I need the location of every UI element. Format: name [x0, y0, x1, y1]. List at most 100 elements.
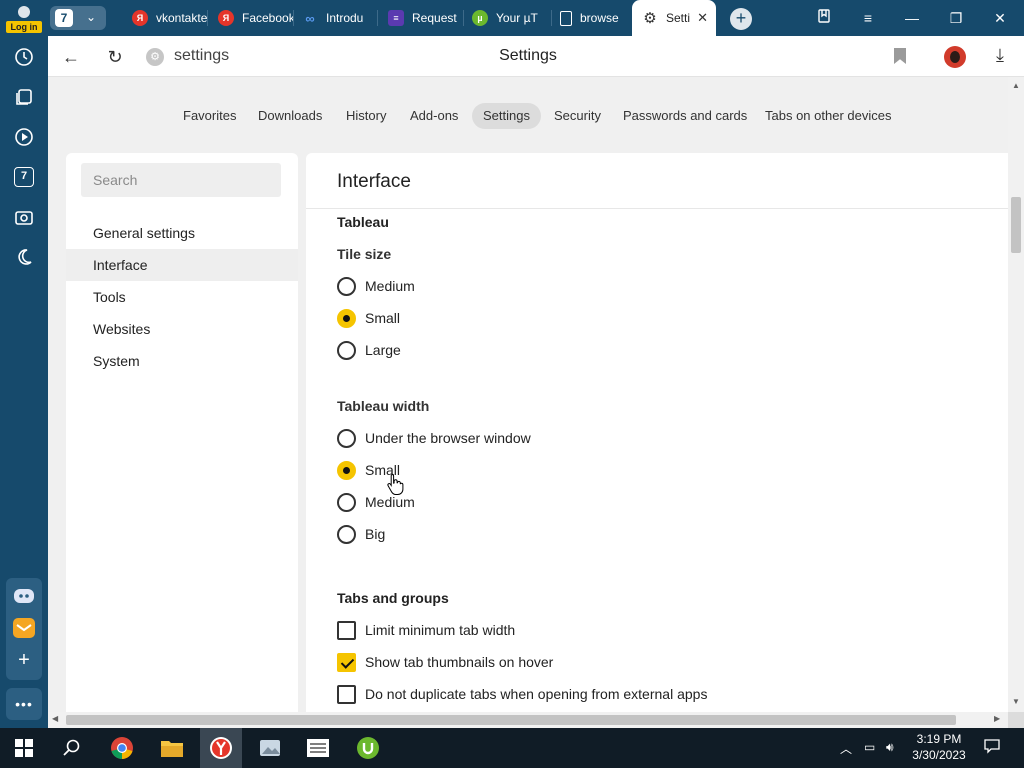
- scroll-down-icon[interactable]: ▼: [1012, 697, 1020, 706]
- limit-tab-width-option[interactable]: Limit minimum tab width: [337, 619, 515, 641]
- yandex-browser-icon[interactable]: [200, 728, 242, 768]
- notifications-icon[interactable]: [984, 738, 1000, 757]
- tray-chevron-up-icon[interactable]: ︿: [840, 740, 852, 757]
- login-button[interactable]: Log in: [6, 4, 42, 34]
- vertical-scrollbar[interactable]: ▲ ▼: [1008, 77, 1024, 712]
- checkbox[interactable]: [337, 684, 356, 704]
- tab-facebook[interactable]: Я Facebook: [218, 4, 294, 32]
- bookmark-icon[interactable]: [894, 48, 906, 64]
- download-icon[interactable]: ⤓: [990, 45, 1010, 67]
- menu-websites[interactable]: Websites: [66, 313, 298, 345]
- menu-general-settings[interactable]: General settings: [66, 217, 298, 249]
- video-play-icon[interactable]: [9, 122, 39, 152]
- bookmarks-panel-icon[interactable]: [812, 8, 836, 28]
- radio-button[interactable]: [337, 428, 356, 448]
- url-field[interactable]: settings: [174, 47, 229, 65]
- collections-icon[interactable]: [9, 82, 39, 112]
- windows-start-icon[interactable]: [10, 734, 38, 762]
- menu-icon[interactable]: ≡: [856, 8, 880, 28]
- option-label: Medium: [365, 278, 415, 294]
- tab-vkontakte[interactable]: Я vkontakte: [132, 4, 208, 32]
- site-info-icon[interactable]: ⚙: [146, 48, 164, 66]
- tab-browser[interactable]: browse: [560, 4, 632, 32]
- tile-size-medium-option[interactable]: Medium: [337, 275, 415, 297]
- nav-history[interactable]: History: [335, 103, 397, 129]
- more-icon[interactable]: •••: [6, 688, 42, 720]
- scroll-thumb[interactable]: [66, 715, 956, 725]
- restore-icon[interactable]: ❐: [944, 8, 968, 28]
- radio-button[interactable]: [337, 276, 356, 296]
- radio-button[interactable]: [337, 492, 356, 512]
- tab-utorrent[interactable]: µ Your µT: [472, 4, 552, 32]
- radio-button-selected[interactable]: [337, 460, 356, 480]
- option-label: Do not duplicate tabs when opening from …: [365, 686, 708, 702]
- clock[interactable]: 3:19 PM 3/30/2023: [904, 731, 974, 763]
- volume-icon[interactable]: 🔊︎: [886, 740, 894, 755]
- checkbox[interactable]: [337, 620, 356, 640]
- tab-label: Your µT: [496, 11, 538, 25]
- width-under-window-option[interactable]: Under the browser window: [337, 427, 531, 449]
- nav-tabs-on-other-devices[interactable]: Tabs on other devices: [754, 103, 902, 129]
- menu-interface[interactable]: Interface: [66, 249, 298, 281]
- scroll-left-icon[interactable]: ◀: [52, 714, 58, 723]
- tabs-counter-icon[interactable]: 7: [9, 162, 39, 192]
- checkbox-checked[interactable]: [337, 652, 356, 672]
- minimize-icon[interactable]: —: [900, 8, 924, 28]
- tab-label: vkontakte: [156, 11, 208, 25]
- yandex-icon: Я: [218, 10, 234, 26]
- nav-add-ons[interactable]: Add-ons: [399, 103, 469, 129]
- page-title: Settings: [499, 47, 557, 64]
- nav-settings[interactable]: Settings: [472, 103, 541, 129]
- reload-icon[interactable]: ↻: [104, 46, 126, 68]
- menu-tools[interactable]: Tools: [66, 281, 298, 313]
- tab-thumbnails-option[interactable]: Show tab thumbnails on hover: [337, 651, 553, 673]
- tab-counter-button[interactable]: 7 ⌄: [50, 6, 106, 30]
- option-label: Small: [365, 310, 401, 326]
- radio-button[interactable]: [337, 340, 356, 360]
- radio-button-selected[interactable]: [337, 308, 356, 328]
- back-icon[interactable]: ←: [60, 46, 82, 68]
- nav-downloads[interactable]: Downloads: [247, 103, 333, 129]
- network-icon[interactable]: ▭: [864, 740, 875, 754]
- extension-icon[interactable]: [944, 46, 966, 68]
- screenshot-icon[interactable]: [9, 202, 39, 232]
- menu-system[interactable]: System: [66, 345, 298, 377]
- nav-passwords-and-cards[interactable]: Passwords and cards: [612, 103, 758, 129]
- radio-button[interactable]: [337, 524, 356, 544]
- user-avatar-icon: [18, 6, 30, 18]
- forms-icon: ≡: [388, 10, 404, 26]
- search-icon[interactable]: [58, 734, 86, 762]
- tile-size-small-option[interactable]: Small: [337, 307, 400, 329]
- chrome-icon[interactable]: [108, 734, 136, 762]
- scroll-right-icon[interactable]: ▶: [994, 714, 1000, 723]
- tab-settings[interactable]: ⚙ Setti ✕: [632, 0, 716, 36]
- close-window-icon[interactable]: ✕: [988, 8, 1012, 28]
- option-label: Under the browser window: [365, 430, 531, 446]
- option-label: Medium: [365, 494, 415, 510]
- horizontal-scrollbar[interactable]: ◀ ▶: [48, 712, 1008, 728]
- tab-introduction[interactable]: ∞ Introdu: [302, 4, 378, 32]
- scroll-up-icon[interactable]: ▲: [1012, 81, 1020, 90]
- add-app-icon[interactable]: +: [11, 648, 37, 672]
- search-input[interactable]: Search: [81, 163, 281, 197]
- discord-icon[interactable]: [11, 584, 37, 608]
- tab-label: browse: [580, 11, 619, 25]
- nav-security[interactable]: Security: [543, 103, 612, 129]
- history-icon[interactable]: [9, 42, 39, 72]
- close-tab-icon[interactable]: ✕: [697, 10, 708, 26]
- photos-icon[interactable]: [256, 734, 284, 762]
- utorrent-taskbar-icon[interactable]: [354, 734, 382, 762]
- address-bar: ← ↻ ⚙ settings Settings ⤓: [48, 36, 1024, 77]
- new-tab-button[interactable]: +: [730, 8, 752, 30]
- scroll-thumb[interactable]: [1011, 197, 1021, 253]
- tab-request[interactable]: ≡ Request: [388, 4, 464, 32]
- nav-favorites[interactable]: Favorites: [172, 103, 247, 129]
- no-duplicate-tabs-option[interactable]: Do not duplicate tabs when opening from …: [337, 683, 707, 705]
- night-mode-icon[interactable]: [9, 242, 39, 272]
- width-big-option[interactable]: Big: [337, 523, 385, 545]
- mail-icon[interactable]: [11, 616, 37, 640]
- tile-size-large-option[interactable]: Large: [337, 339, 401, 361]
- tab-label: Facebook: [242, 11, 294, 25]
- document-app-icon[interactable]: [304, 734, 332, 762]
- file-explorer-icon[interactable]: [158, 734, 186, 762]
